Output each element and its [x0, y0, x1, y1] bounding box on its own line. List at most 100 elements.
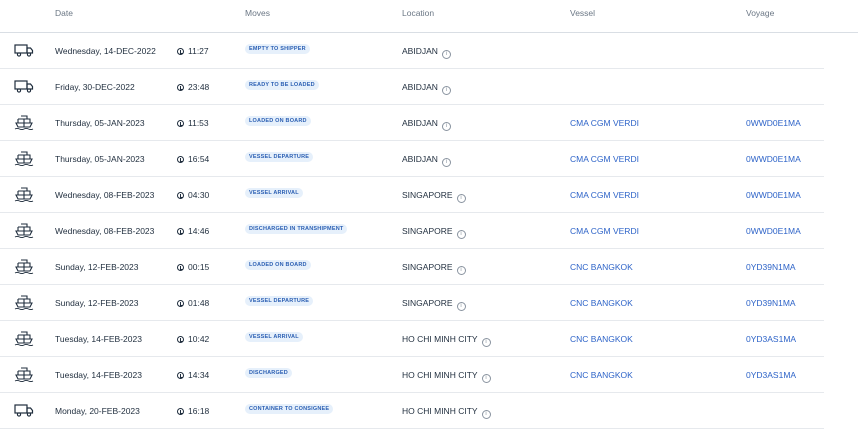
ship-icon [14, 366, 34, 382]
event-date: Sunday, 12-FEB-2023 [55, 298, 139, 308]
event-time-value: 11:27 [188, 46, 209, 56]
column-header-date: Date [55, 8, 73, 18]
voyage-link[interactable]: 0YD3AS1MA [746, 334, 796, 344]
voyage-link[interactable]: 0WWD0E1MA [746, 226, 801, 236]
event-date: Monday, 20-FEB-2023 [55, 406, 140, 416]
location-name: SINGAPORE [402, 262, 453, 272]
clock-icon [177, 372, 184, 379]
event-date: Thursday, 05-JAN-2023 [55, 118, 145, 128]
clock-icon [177, 120, 184, 127]
clock-icon [177, 336, 184, 343]
event-time: 00:15 [177, 262, 209, 272]
vessel-link[interactable]: CMA CGM VERDI [570, 190, 639, 200]
event-time: 16:18 [177, 406, 209, 416]
vessel-link[interactable]: CNC BANGKOK [570, 298, 633, 308]
voyage-link[interactable]: 0WWD0E1MA [746, 118, 801, 128]
event-time-value: 16:18 [188, 406, 210, 416]
event-time-value: 00:15 [188, 262, 210, 272]
table-row: Sunday, 12-FEB-2023 00:15 LOADED ON BOARD S… [0, 249, 824, 285]
clock-icon [177, 84, 184, 91]
location-name: SINGAPORE [402, 190, 453, 200]
info-icon[interactable]: i [441, 122, 451, 131]
table-row: Thursday, 05-JAN-2023 11:53 LOADED ON BOAR… [0, 105, 824, 141]
vessel-link[interactable]: CNC BANGKOK [570, 334, 633, 344]
truck-icon [14, 78, 34, 94]
voyage-link[interactable]: 0WWD0E1MA [746, 190, 801, 200]
location-name: SINGAPORE [402, 298, 453, 308]
event-location: HO CHI MINH CITY i [402, 334, 491, 347]
voyage-link[interactable]: 0YD3AS1MA [746, 370, 796, 380]
vessel-link[interactable]: CNC BANGKOK [570, 262, 633, 272]
clock-icon [177, 48, 184, 55]
clock-icon [177, 408, 184, 415]
event-date: Wednesday, 14-DEC-2022 [55, 46, 156, 56]
event-time-value: 23:48 [188, 82, 210, 92]
vessel-link[interactable]: CNC BANGKOK [570, 370, 633, 380]
column-header-moves: Moves [245, 8, 271, 18]
column-header-location: Location [402, 8, 435, 18]
info-icon[interactable]: i [441, 158, 451, 167]
move-badge: DISCHARGED IN TRANSHIPMENT [245, 224, 348, 234]
vessel-link[interactable]: CMA CGM VERDI [570, 226, 639, 236]
clock-icon [177, 228, 184, 235]
event-location: SINGAPORE i [402, 190, 466, 203]
column-header-vessel: Vessel [570, 8, 596, 18]
location-name: HO CHI MINH CITY [402, 370, 478, 380]
table-row: Monday, 20-FEB-2023 16:18 CONTAINER TO CON… [0, 393, 824, 429]
event-location: SINGAPORE i [402, 226, 466, 239]
info-icon[interactable]: i [456, 194, 466, 203]
voyage-link[interactable]: 0YD39N1MA [746, 298, 796, 308]
ship-icon [14, 294, 34, 310]
vessel-link[interactable]: CMA CGM VERDI [570, 118, 639, 128]
event-time-value: 11:53 [188, 118, 209, 128]
vessel-link[interactable]: CMA CGM VERDI [570, 154, 639, 164]
info-icon[interactable]: i [456, 230, 466, 239]
location-name: HO CHI MINH CITY [402, 334, 478, 344]
event-time: 10:42 [177, 334, 209, 344]
event-time: 04:30 [177, 190, 209, 200]
event-time: 11:27 [177, 46, 209, 56]
info-icon[interactable]: i [456, 266, 466, 275]
table-row: Friday, 30-DEC-2022 23:48 READY TO BE LOAD… [0, 69, 824, 105]
move-badge: EMPTY TO SHIPPER [245, 44, 310, 54]
event-location: SINGAPORE i [402, 298, 466, 311]
info-icon[interactable]: i [481, 410, 491, 419]
event-time: 11:53 [177, 118, 209, 128]
event-location: HO CHI MINH CITY i [402, 406, 491, 419]
table-body: Wednesday, 14-DEC-2022 11:27 EMPTY TO SHIP… [0, 33, 858, 429]
event-time-value: 16:54 [188, 154, 210, 164]
location-name: ABIDJAN [402, 118, 438, 128]
move-badge: LOADED ON BOARD [245, 116, 311, 126]
voyage-link[interactable]: 0YD39N1MA [746, 262, 796, 272]
move-badge: VESSEL DEPARTURE [245, 296, 314, 306]
table-header: Date Moves Location Vessel Voyage [0, 0, 858, 33]
event-time-value: 14:46 [188, 226, 210, 236]
info-icon[interactable]: i [456, 302, 466, 311]
event-time-value: 04:30 [188, 190, 210, 200]
info-icon[interactable]: i [481, 338, 491, 347]
truck-icon [14, 402, 34, 418]
event-date: Sunday, 12-FEB-2023 [55, 262, 139, 272]
move-badge: CONTAINER TO CONSIGNEE [245, 404, 334, 414]
info-icon[interactable]: i [441, 50, 451, 59]
event-date: Tuesday, 14-FEB-2023 [55, 334, 142, 344]
info-icon[interactable]: i [481, 374, 491, 383]
clock-icon [177, 156, 184, 163]
move-badge: DISCHARGED [245, 368, 292, 378]
event-time-value: 14:34 [188, 370, 210, 380]
clock-icon [177, 300, 184, 307]
truck-icon [14, 42, 34, 58]
voyage-link[interactable]: 0WWD0E1MA [746, 154, 801, 164]
ship-icon [14, 330, 34, 346]
info-icon[interactable]: i [441, 86, 451, 95]
event-location: ABIDJAN i [402, 82, 451, 95]
table-row: Sunday, 12-FEB-2023 01:48 VESSEL DEPARTURE… [0, 285, 824, 321]
ship-icon [14, 222, 34, 238]
event-location: SINGAPORE i [402, 262, 466, 275]
ship-icon [14, 150, 34, 166]
clock-icon [177, 264, 184, 271]
event-time: 14:46 [177, 226, 209, 236]
event-date: Wednesday, 08-FEB-2023 [55, 226, 155, 236]
event-time: 23:48 [177, 82, 209, 92]
event-time-value: 01:48 [188, 298, 210, 308]
